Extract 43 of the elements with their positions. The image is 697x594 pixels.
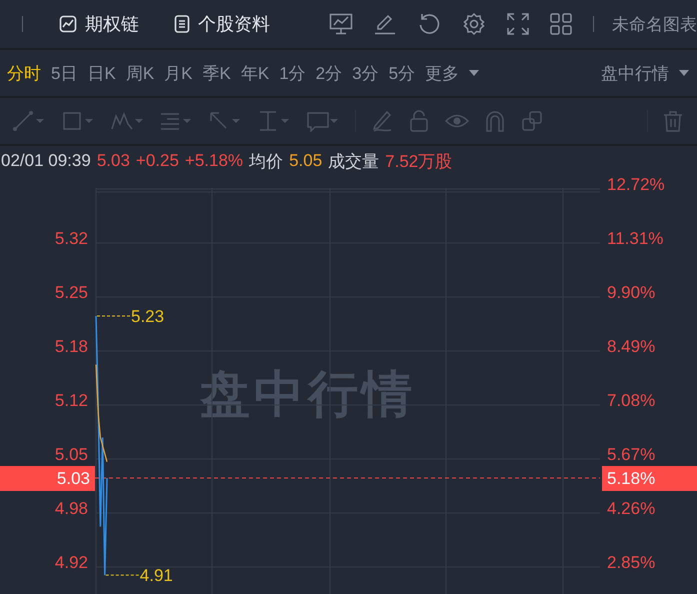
period-tab[interactable]: 月K — [164, 62, 192, 84]
period-tab[interactable]: 5分 — [388, 62, 416, 84]
period-tab[interactable]: 3分 — [352, 62, 379, 84]
average-price-value: 5.05 — [289, 151, 322, 171]
percent-axis-label: 7.08% — [607, 390, 656, 412]
period-tab[interactable]: 周K — [126, 62, 154, 84]
percent-axis-label: 2.85% — [607, 552, 656, 574]
period-tab[interactable]: 年K — [240, 62, 270, 84]
high-price-label: 5.23 — [131, 306, 164, 326]
price-axis-label: 5.12 — [54, 390, 88, 412]
low-price-label: 4.91 — [140, 566, 173, 586]
current-price-badge: 5.03 — [0, 466, 95, 491]
price-axis-label: 5.05 — [54, 444, 88, 466]
volume-label: 成交量 — [328, 150, 380, 172]
quote-change-percent: +5.18% — [184, 151, 244, 171]
price-axis-label: 5.18 — [54, 336, 88, 358]
view-dropdown[interactable]: 盘中行情 — [601, 62, 689, 84]
percent-axis-label: 12.72% — [607, 174, 665, 196]
more-dropdown[interactable]: 更多 — [425, 62, 480, 84]
percent-axis-label: 4.26% — [607, 498, 656, 520]
quote-time: 02/01 09:39 — [1, 151, 91, 171]
quote-price: 5.03 — [96, 151, 130, 171]
volume-value: 7.52万股 — [385, 150, 452, 172]
period-tab[interactable]: 2分 — [316, 62, 342, 84]
period-tab[interactable]: 5日 — [51, 62, 78, 84]
percent-axis-label: 11.31% — [607, 228, 664, 250]
percent-axis-label: 8.49% — [607, 336, 656, 358]
price-axis-label: 4.92 — [54, 552, 88, 574]
percent-axis-label: 9.90% — [607, 282, 656, 304]
option-chain-link[interactable]: 期权链 — [59, 12, 139, 36]
chart-name[interactable]: 未命名图表 — [612, 12, 697, 36]
price-axis-label: 5.25 — [54, 282, 88, 304]
period-tab[interactable]: 日K — [87, 62, 116, 84]
price-axis-label: 5.32 — [54, 228, 88, 250]
percent-axis-label: 5.67% — [607, 444, 656, 466]
current-percent-badge: 5.18% — [602, 466, 697, 491]
stock-profile-link[interactable]: 个股资料 — [174, 12, 270, 36]
quote-change: +0.25 — [136, 151, 179, 171]
period-tab[interactable]: 分时 — [7, 62, 41, 84]
period-tab[interactable]: 季K — [202, 62, 231, 84]
period-tab[interactable]: 1分 — [279, 62, 306, 84]
average-price-label: 均价 — [249, 150, 284, 172]
price-axis-label: 4.98 — [54, 498, 88, 520]
